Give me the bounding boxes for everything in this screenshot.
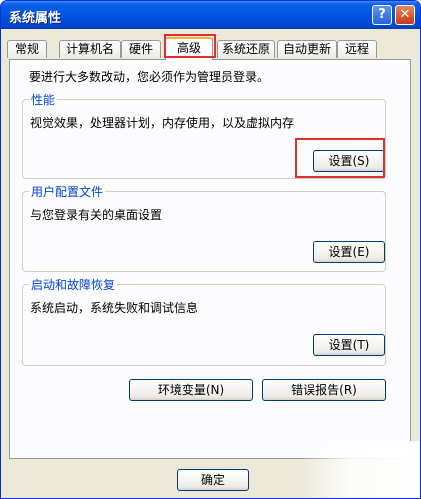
- environment-variables-button[interactable]: 环境变量(N): [129, 379, 253, 401]
- user-profiles-group: 用户配置文件 与您登录有关的桌面设置 设置(E): [22, 183, 386, 272]
- window-title: 系统属性: [9, 11, 62, 26]
- admin-note: 要进行大多数改动，您必须作为管理员登录。: [29, 70, 270, 84]
- close-button[interactable]: ✕: [395, 5, 415, 25]
- tab-hardware[interactable]: 硬件: [121, 40, 161, 58]
- tab-computer-name[interactable]: 计算机名: [59, 40, 121, 58]
- help-button[interactable]: ?: [372, 5, 392, 25]
- ok-button[interactable]: 确定: [177, 469, 249, 491]
- startup-recovery-settings-button[interactable]: 设置(T): [313, 334, 385, 356]
- system-properties-window: 系统属性 ? ✕ 常规 计算机名 硬件 高级 系统还原 自动更新 远程 要进行大…: [0, 0, 421, 499]
- tab-system-restore[interactable]: 系统还原: [217, 40, 275, 58]
- tab-general[interactable]: 常规: [7, 40, 47, 58]
- tab-remote[interactable]: 远程: [337, 40, 377, 58]
- startup-recovery-group: 启动和故障恢复 系统启动，系统失败和调试信息 设置(T): [22, 276, 386, 366]
- tab-automatic-updates[interactable]: 自动更新: [277, 40, 337, 58]
- startup-recovery-description: 系统启动，系统失败和调试信息: [30, 301, 199, 315]
- watermark-overlay: [301, 441, 420, 498]
- performance-label: 性能: [29, 91, 58, 108]
- title-bar[interactable]: 系统属性 ? ✕: [1, 1, 420, 29]
- user-profiles-description: 与您登录有关的桌面设置: [30, 208, 163, 222]
- user-profiles-label: 用户配置文件: [29, 183, 106, 200]
- startup-recovery-label: 启动和故障恢复: [29, 276, 118, 293]
- error-reporting-button[interactable]: 错误报告(R): [262, 379, 386, 401]
- performance-settings-highlight: [295, 138, 385, 178]
- advanced-tab-highlight: [164, 34, 216, 58]
- user-profiles-settings-button[interactable]: 设置(E): [313, 241, 385, 263]
- advanced-tab-panel: 要进行大多数改动，您必须作为管理员登录。 性能 视觉效果，处理器计划，内存使用，…: [9, 59, 411, 459]
- performance-description: 视觉效果，处理器计划，内存使用，以及虚拟内存: [30, 116, 295, 130]
